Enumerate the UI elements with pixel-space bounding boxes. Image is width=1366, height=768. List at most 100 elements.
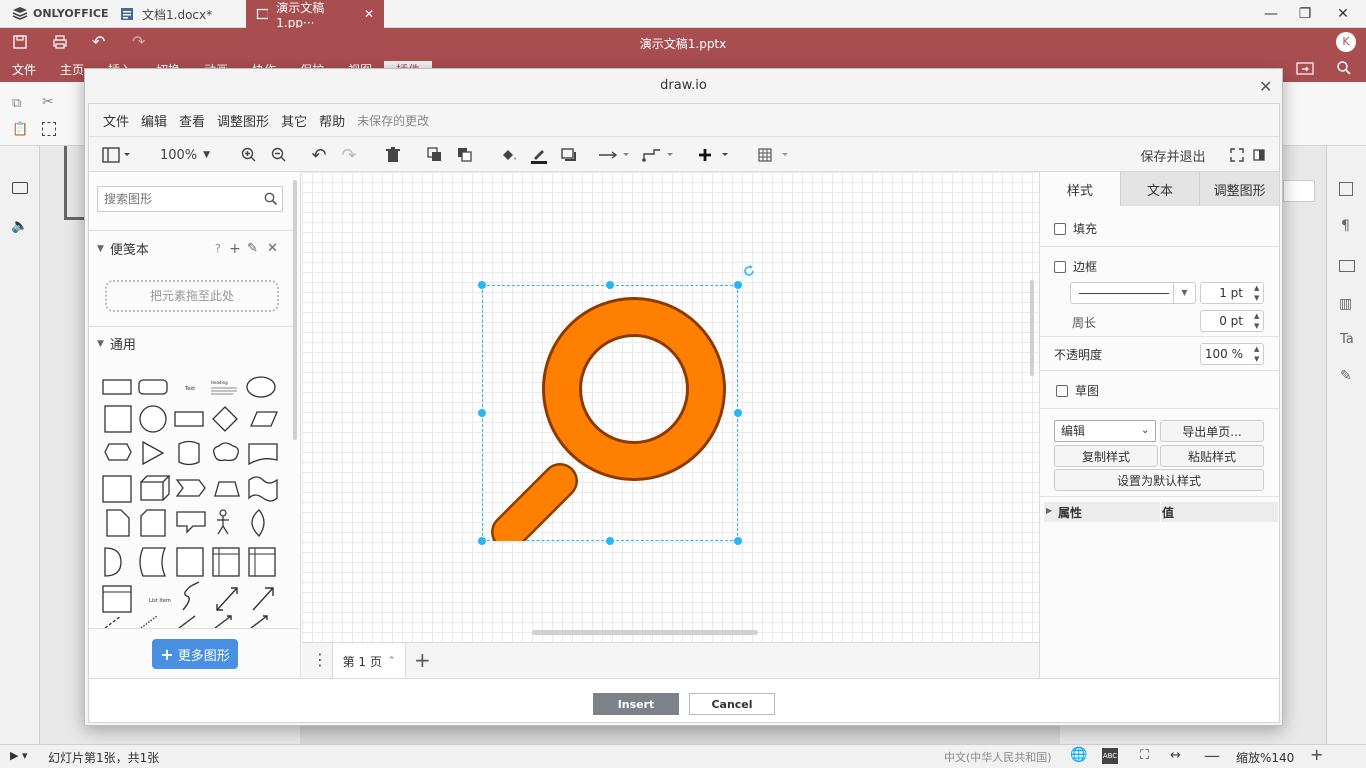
shape-heading[interactable]: Heading [211,380,237,395]
copy-icon[interactable]: ⧉ [12,96,21,111]
shape-card[interactable] [140,509,166,537]
shape-list-item[interactable]: List Item [149,598,171,604]
resize-handle-se[interactable] [734,537,742,545]
cancel-button[interactable]: Cancel [689,693,775,715]
redo-icon[interactable]: ↷ [337,137,361,173]
canvas-h-scrollbar[interactable] [532,630,758,635]
shape-diamond[interactable] [212,406,238,432]
shape-data-storage[interactable] [139,547,166,577]
pages-menu-icon[interactable]: ⋮ [312,651,328,669]
spinner-arrows-icon[interactable]: ▲ ▼ [1254,283,1259,303]
shape-actor[interactable] [217,509,229,535]
search-icon[interactable] [1336,60,1352,79]
shape-link[interactable] [250,615,268,628]
fill-color-icon[interactable] [497,137,521,173]
dialog-close-icon[interactable]: ✕ [1259,77,1272,96]
tab-document[interactable]: 文档1.docx* [110,0,246,28]
slideshow-icon[interactable]: ▶ ▾ [10,749,27,762]
undo-icon[interactable]: ↶ [92,32,105,51]
chevron-up-icon[interactable]: ⌃ [388,656,396,666]
insert-button[interactable]: Insert [593,693,679,715]
fit-width-icon[interactable]: ↔ [1170,748,1181,763]
spinner-arrows-icon[interactable]: ▲ ▼ [1254,344,1259,364]
open-location-icon[interactable] [1296,60,1314,79]
search-icon[interactable] [264,192,278,206]
shape-ellipse[interactable] [246,376,276,398]
shape-trapezoid[interactable] [214,481,240,497]
shape-cylinder[interactable] [178,440,200,466]
table-select[interactable] [757,137,793,173]
menu-view[interactable]: 查看 [173,111,211,130]
menu-arrange[interactable]: 调整图形 [211,111,275,130]
tab-presentation[interactable]: 演示文稿1.pp··· ✕ [246,0,384,30]
resize-handle-s[interactable] [606,537,614,545]
comments-icon[interactable] [12,182,28,194]
more-shapes-button[interactable]: + 更多图形 [152,639,238,669]
sketch-checkbox[interactable] [1056,384,1068,397]
search-shapes-input[interactable] [98,187,258,211]
signature-icon[interactable]: ✎ [1340,368,1352,384]
text-art-icon[interactable]: Ta [1340,332,1354,347]
resize-handle-w[interactable] [478,409,486,417]
shape-swimlane[interactable] [248,547,276,577]
save-icon[interactable] [12,34,28,53]
language-label[interactable]: 中文(中华人民共和国) [944,749,1052,765]
fill-checkbox[interactable] [1054,222,1066,235]
shape-cloud[interactable] [213,442,239,462]
shape-callout[interactable] [176,511,206,534]
shape-rounded-rectangle[interactable] [138,379,168,395]
insert-select[interactable] [697,137,733,173]
scratchpad-drop-zone[interactable]: 把元素拖至此处 [105,280,279,312]
chart-settings-icon[interactable]: ▥ [1339,296,1352,312]
fit-slide-icon[interactable]: ⛶ [1140,748,1149,763]
shape-triangle[interactable] [142,440,165,466]
image-settings-icon[interactable] [1339,182,1353,196]
speaker-icon[interactable]: 🔈 [11,218,28,234]
tab-close-icon[interactable]: ✕ [364,7,374,21]
paste-icon[interactable]: 📋 [12,122,28,137]
redo-icon[interactable]: ↷ [132,32,145,51]
diagram-canvas[interactable] [302,172,1040,642]
shape-hexagon[interactable] [104,443,132,461]
save-and-exit-button[interactable]: 保存并退出 [1133,137,1213,173]
shape-document[interactable] [248,443,278,466]
zoom-out-icon[interactable] [267,137,291,173]
shape-table[interactable] [102,585,132,613]
shape-process[interactable] [174,411,204,427]
shape-square[interactable] [104,405,132,433]
print-icon[interactable] [52,34,68,53]
ribbon-tab-file[interactable]: 文件 [0,61,48,78]
shape-tape[interactable] [248,476,278,502]
search-shapes-box[interactable] [97,186,283,212]
add-icon[interactable]: + [229,241,241,257]
background-spinner[interactable] [1283,180,1315,202]
shape-bidirectional-arrow[interactable] [216,587,238,611]
close-icon[interactable]: ✕ [267,241,278,256]
resize-handle-e[interactable] [734,409,742,417]
edit-icon[interactable]: ✎ [247,241,258,256]
menu-edit[interactable]: 编辑 [135,111,173,130]
shape-delay[interactable] [104,547,122,577]
spellcheck-icon[interactable]: ABC [1102,748,1118,764]
waypoints-select[interactable] [641,137,677,173]
zoom-select[interactable]: 100% ▼ [155,137,215,173]
close-window-button[interactable]: ✕ [1320,0,1366,28]
copy-style-button[interactable]: 复制样式 [1054,445,1158,467]
resize-handle-n[interactable] [606,281,614,289]
help-icon[interactable]: ? [215,242,221,255]
shape-arrow[interactable] [252,587,274,611]
shape-note[interactable] [106,509,130,537]
spinner-arrows-icon[interactable]: ▲ ▼ [1254,311,1259,331]
border-pattern-select[interactable]: ▼ [1070,282,1196,304]
shadow-icon[interactable] [557,137,581,173]
resize-handle-ne[interactable] [734,281,742,289]
shape-cube[interactable] [140,475,171,501]
slide-thumbnail[interactable] [64,146,84,220]
resize-handle-nw[interactable] [478,281,486,289]
table-settings-icon[interactable] [1339,260,1355,272]
rotate-handle-icon[interactable] [742,264,756,278]
border-checkbox[interactable] [1054,260,1066,273]
line-color-icon[interactable] [527,137,551,173]
connection-style-select[interactable] [597,137,633,173]
add-page-icon[interactable]: + [414,649,431,671]
